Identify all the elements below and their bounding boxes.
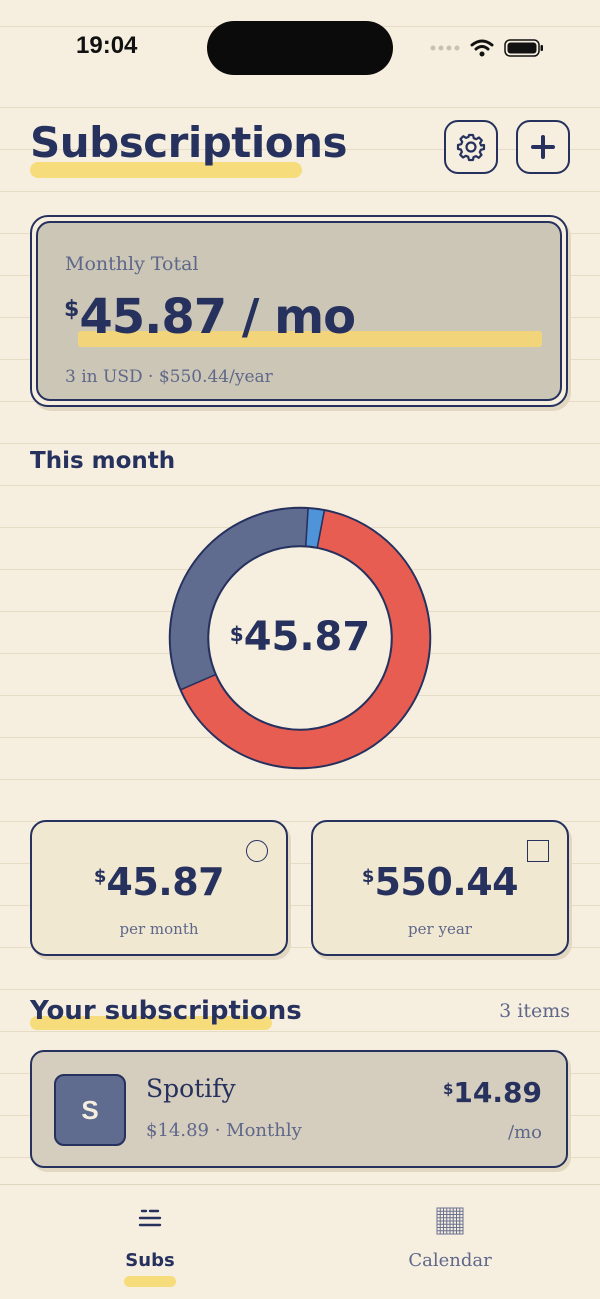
- subscription-price-unit: /mo: [508, 1122, 542, 1143]
- tab-subs-label: Subs: [125, 1250, 175, 1271]
- active-tab-highlight: [124, 1276, 176, 1287]
- per-year-card[interactable]: $ 550.44 per year: [311, 820, 569, 956]
- subscription-name: Spotify: [146, 1074, 236, 1103]
- page-title: Subscriptions: [30, 118, 348, 167]
- monthly-total-amount: $ 45.87 / mo: [64, 289, 356, 345]
- section-title-this-month: This month: [30, 448, 176, 474]
- list-icon: [138, 1209, 162, 1227]
- currency-symbol: $: [64, 297, 80, 322]
- subscription-meta: $14.89 · Monthly: [146, 1120, 302, 1141]
- per-month-value: $ 45.87: [32, 860, 286, 904]
- per-year-amount: 550.44: [374, 860, 519, 904]
- avatar: S: [54, 1074, 126, 1146]
- amount-value: 45.87 / mo: [79, 289, 356, 345]
- gear-icon: [456, 133, 486, 162]
- per-month-label: per month: [119, 920, 199, 938]
- status-icons: [430, 36, 544, 60]
- settings-button[interactable]: [444, 120, 498, 174]
- currency-symbol: $: [442, 1080, 454, 1098]
- radio-circle-icon: [246, 840, 268, 862]
- section-title-your-subscriptions: Your subscriptions: [30, 996, 302, 1026]
- square-icon: [527, 840, 549, 862]
- plus-icon: [531, 135, 555, 159]
- wifi-icon: [470, 39, 494, 57]
- per-month-card[interactable]: $ 45.87 per month: [30, 820, 288, 956]
- subscription-price: $ 14.89: [443, 1076, 542, 1109]
- per-year-value: $ 550.44: [313, 860, 567, 904]
- subscription-price-value: 14.89: [453, 1076, 542, 1109]
- donut-center-total: $ 45.87: [160, 614, 440, 660]
- tab-subs[interactable]: Subs: [0, 1185, 300, 1299]
- currency-symbol: $: [229, 622, 244, 646]
- tab-bar: Subs Calendar: [0, 1184, 600, 1299]
- battery-icon: [504, 39, 543, 57]
- status-time: 19:04: [76, 32, 138, 59]
- donut-center-value: 45.87: [243, 614, 371, 660]
- tab-calendar-label: Calendar: [408, 1250, 492, 1271]
- monthly-total-card[interactable]: Monthly Total $ 45.87 / mo 3 in USD · $5…: [30, 215, 568, 407]
- currency-symbol: $: [361, 866, 375, 887]
- monthly-total-inner: Monthly Total $ 45.87 / mo 3 in USD · $5…: [36, 221, 562, 401]
- per-year-label: per year: [408, 920, 472, 938]
- currency-symbol: $: [93, 866, 107, 887]
- calendar-grid-icon: [436, 1207, 464, 1235]
- tab-calendar[interactable]: Calendar: [300, 1185, 600, 1299]
- subscriptions-count: 3 items: [499, 1000, 570, 1022]
- monthly-total-summary: 3 in USD · $550.44/year: [65, 367, 273, 387]
- per-month-amount: 45.87: [106, 860, 225, 904]
- dynamic-island: [207, 21, 393, 75]
- add-subscription-button[interactable]: [516, 120, 570, 174]
- cellular-signal-icon: [430, 45, 460, 51]
- subscription-row-spotify[interactable]: S Spotify $14.89 · Monthly $ 14.89 /mo: [30, 1050, 568, 1168]
- monthly-total-label: Monthly Total: [65, 253, 199, 275]
